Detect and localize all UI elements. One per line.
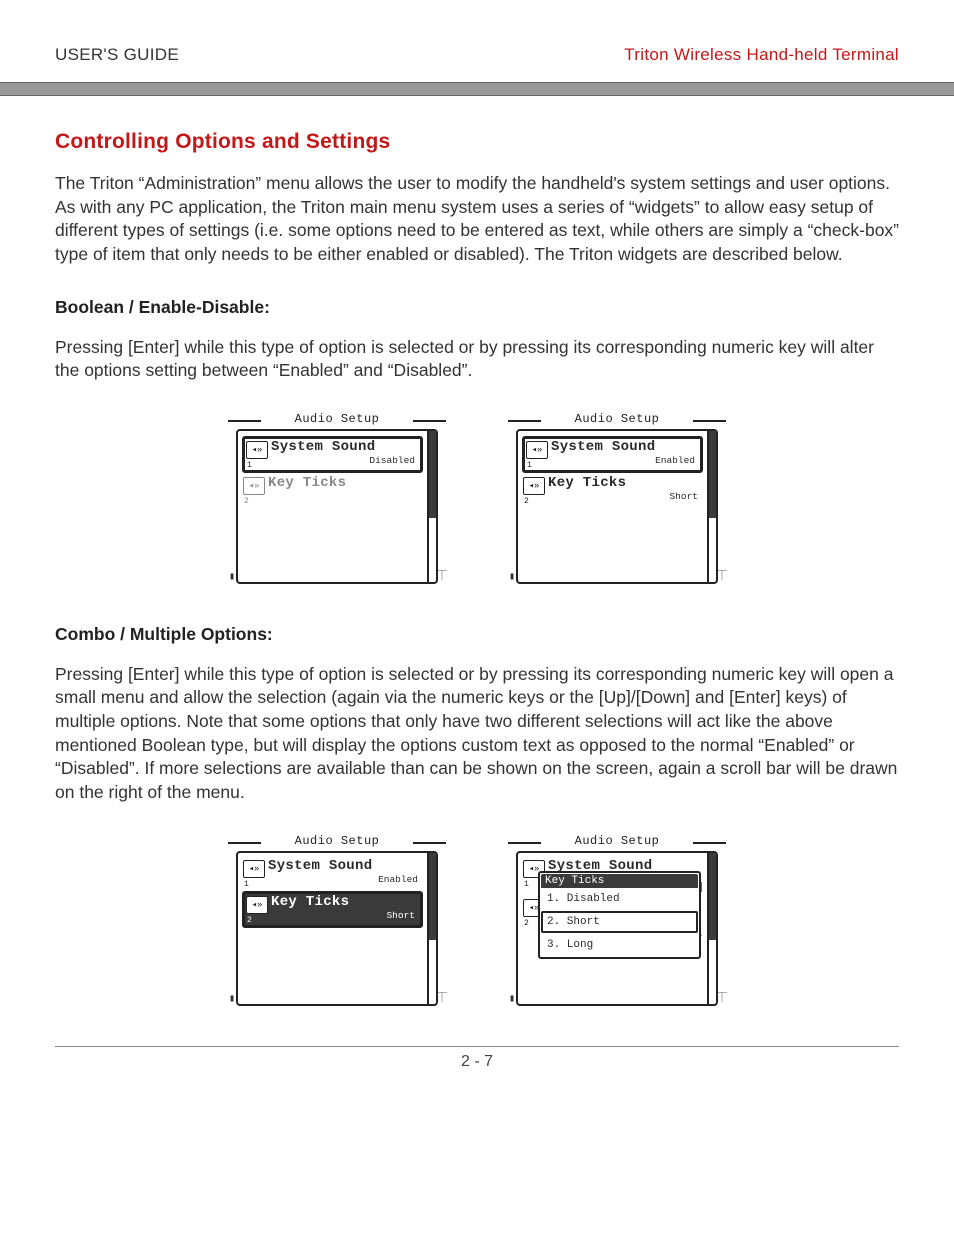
battery-icon: ▮ [229,994,235,1006]
sound-icon: ◂» [243,860,265,878]
page-header: USER'S GUIDE Triton Wireless Hand-held T… [55,45,899,65]
section-title: Controlling Options and Settings [55,130,899,154]
sound-icon: ◂» [246,441,268,459]
combo-heading: Combo / Multiple Options: [55,624,899,645]
device-title: Audio Setup [541,413,693,427]
intro-paragraph: The Triton “Administration” menu allows … [55,172,899,267]
scrollbar [707,431,716,582]
device-title: Audio Setup [541,835,693,849]
sound-icon: ◂» [523,477,545,495]
option-index: 1 [247,461,252,470]
sound-icon: ◂» [246,896,268,914]
boolean-screens-row: Audio Setup ▮ ◂» 1 System Sound Disabled [55,413,899,584]
option-key-ticks-selected: ◂» 2 Key Ticks Short [242,891,423,928]
option-label: Key Ticks [271,895,418,910]
option-value: Short [548,491,701,502]
boolean-heading: Boolean / Enable-Disable: [55,297,899,318]
option-index: 2 [247,916,252,925]
signal-icon: ⏉ [717,994,727,1006]
signal-icon: ⏉ [437,994,447,1006]
option-index: 1 [244,880,249,889]
sound-icon: ◂» [526,441,548,459]
popup-option: 1. Disabled [541,888,698,910]
option-index: 1 [527,461,532,470]
option-label: System Sound [268,859,421,874]
option-key-ticks: ◂» 2 Key Ticks [242,475,423,506]
battery-icon: ▮ [509,994,515,1006]
option-index: 2 [524,497,529,506]
header-right: Triton Wireless Hand-held Terminal [624,45,899,65]
popup-title: Key Ticks [541,874,698,888]
option-value: Enabled [268,874,421,885]
option-label: Key Ticks [268,476,421,491]
device-screenshot: Audio Setup ▮ ◂» 1 System Sound Disabled [228,413,446,584]
options-popup: Key Ticks 1. Disabled 2. Short 3. Long [538,871,701,959]
device-screenshot: Audio Setup ▮ ◂» 1 System Sound Enabled [228,835,446,1006]
device-screenshot: Audio Setup ▮ ◂» 1 System Sound Enabled [508,413,726,584]
option-value: Short [271,910,418,921]
battery-icon: ▮ [509,572,515,584]
device-screenshot: Audio Setup ▮ ◂» 1 System Sound [508,835,726,1006]
option-label: System Sound [271,440,418,455]
popup-option-selected: 2. Short [541,911,698,933]
option-label: System Sound [551,440,698,455]
option-value: Disabled [271,455,418,466]
option-index: 1 [524,880,529,889]
option-value: Enabled [551,455,698,466]
combo-paragraph: Pressing [Enter] while this type of opti… [55,663,899,805]
option-index: 2 [244,497,249,506]
popup-option: 3. Long [541,934,698,956]
scrollbar [707,853,716,1004]
option-label: Key Ticks [548,476,701,491]
option-key-ticks: ◂» 2 Key Ticks Short [522,475,703,506]
scrollbar [427,853,436,1004]
option-index: 2 [524,919,529,928]
scrollbar [427,431,436,582]
header-left: USER'S GUIDE [55,45,179,65]
device-title: Audio Setup [261,413,413,427]
device-title: Audio Setup [261,835,413,849]
battery-icon: ▮ [229,572,235,584]
page-number: 2 - 7 [55,1046,899,1071]
option-system-sound: ◂» 1 System Sound Disabled [242,436,423,473]
signal-icon: ⏉ [717,572,727,584]
combo-screens-row: Audio Setup ▮ ◂» 1 System Sound Enabled [55,835,899,1006]
option-system-sound: ◂» 1 System Sound Enabled [522,436,703,473]
boolean-paragraph: Pressing [Enter] while this type of opti… [55,336,899,383]
option-system-sound: ◂» 1 System Sound Enabled [242,858,423,889]
header-divider [0,82,954,96]
sound-icon: ◂» [243,477,265,495]
signal-icon: ⏉ [437,572,447,584]
